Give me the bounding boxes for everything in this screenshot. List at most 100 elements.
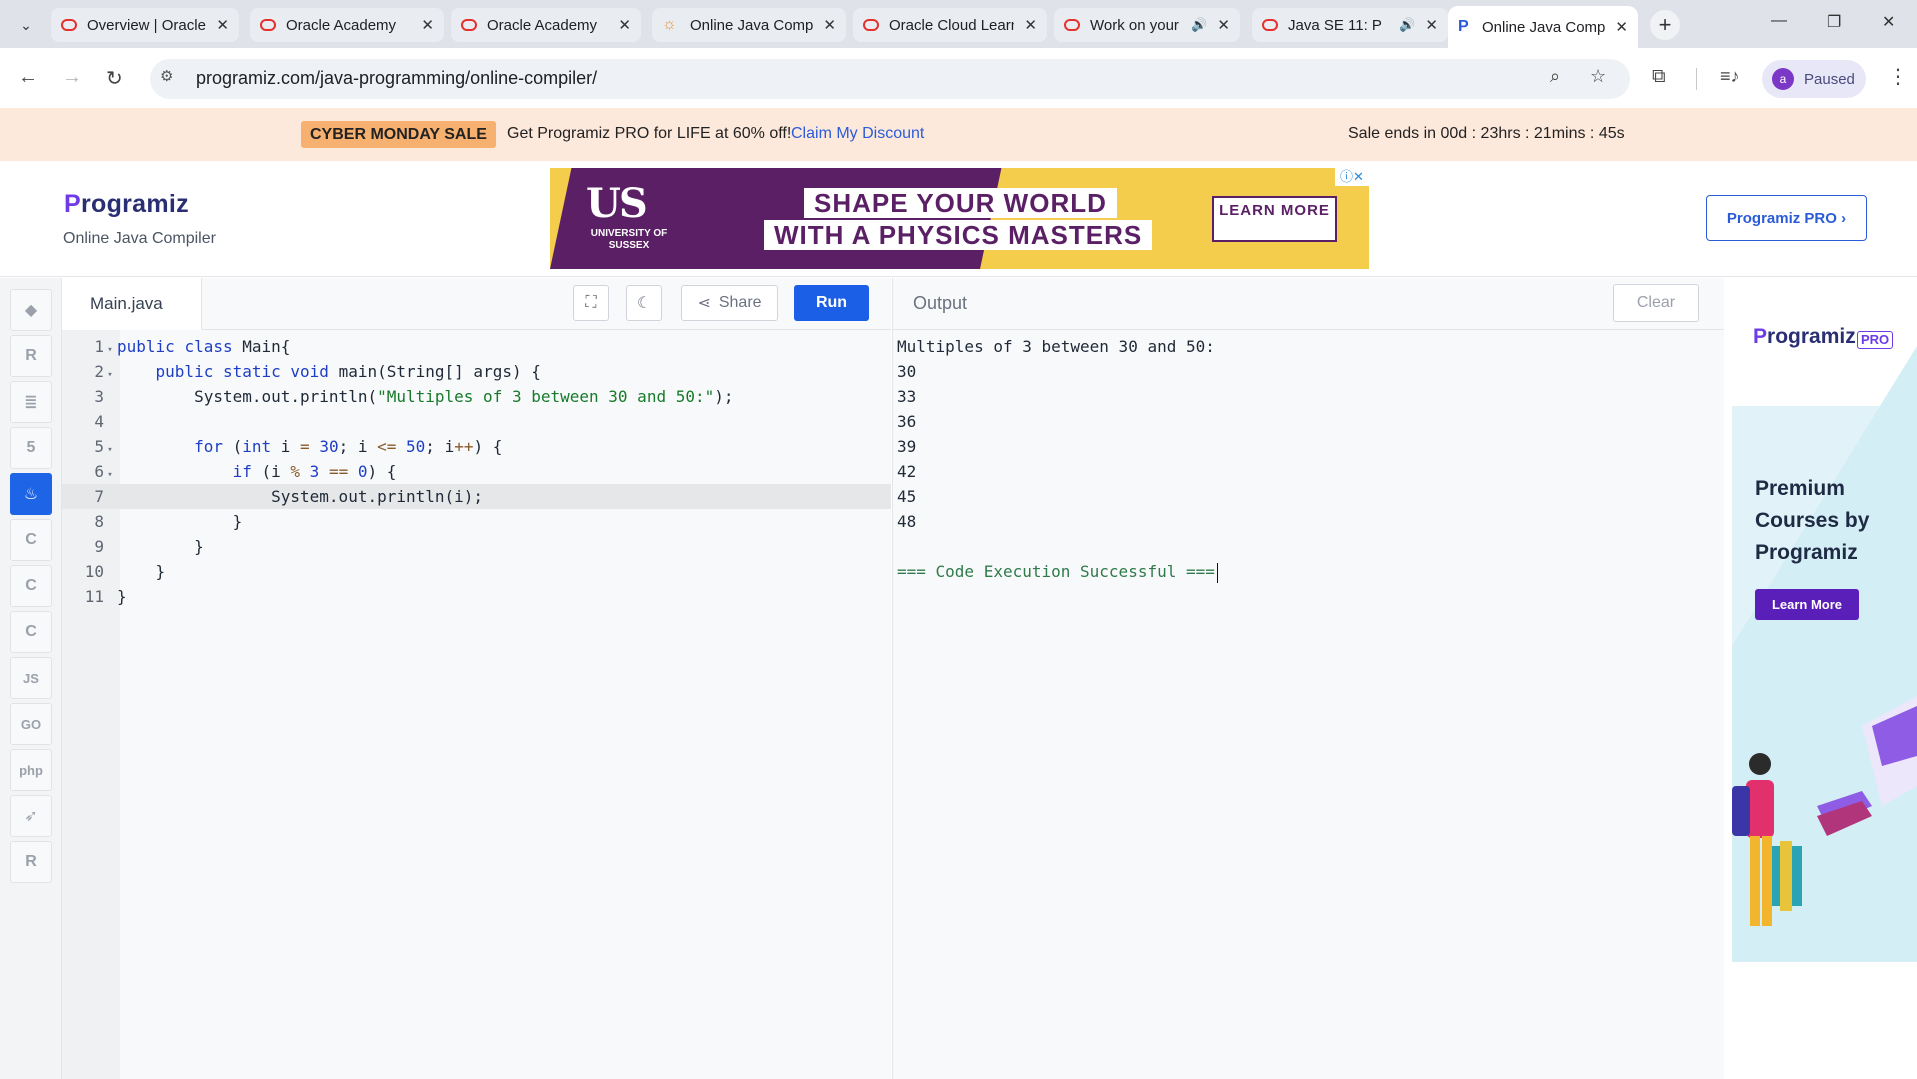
line-number: 10 <box>84 562 104 581</box>
profile-button[interactable]: a Paused <box>1762 60 1866 98</box>
browser-tab[interactable]: P Online Java Compiler ✕ <box>1448 6 1638 48</box>
language-html-icon[interactable]: 5 <box>10 427 52 469</box>
code-line[interactable]: 1 ▾ public class Main{ <box>62 334 891 359</box>
bookmark-star-icon[interactable]: ☆ <box>1590 66 1606 87</box>
line-number: 1 <box>94 337 104 356</box>
extensions-icon[interactable]: ⧉ <box>1652 66 1666 88</box>
output-line: === Code Execution Successful === <box>897 559 1218 584</box>
tab-close-icon[interactable]: ✕ <box>1615 18 1628 36</box>
tab-audio-icon[interactable]: 🔊 <box>1191 17 1207 33</box>
output-line: 33 <box>897 387 917 406</box>
line-number: 8 <box>94 512 104 531</box>
minimize-icon[interactable]: — <box>1771 12 1787 30</box>
share-icon: ⋖ <box>697 295 711 312</box>
claim-discount-link[interactable]: Claim My Discount <box>791 125 924 143</box>
tab-close-icon[interactable]: ✕ <box>618 16 631 34</box>
code-text: public static void main(String[] args) { <box>155 362 541 381</box>
language-csharp-icon[interactable]: C <box>10 611 52 653</box>
tab-close-icon[interactable]: ✕ <box>1217 16 1230 34</box>
run-button[interactable]: Run <box>794 285 869 321</box>
language-sql-icon[interactable]: ≣ <box>10 381 52 423</box>
back-icon[interactable]: ← <box>18 66 38 89</box>
text-caret <box>1216 562 1218 583</box>
tab-close-icon[interactable]: ✕ <box>421 16 434 34</box>
restore-icon[interactable]: ❐ <box>1827 12 1841 32</box>
output-panel[interactable] <box>892 330 1724 1079</box>
tab-title: Oracle Academy <box>487 16 598 34</box>
side-ad[interactable] <box>1732 286 1917 962</box>
browser-tab[interactable]: Oracle Academy ✕ <box>451 8 641 42</box>
share-button[interactable]: ⋖ Share <box>681 285 778 321</box>
output-line: 45 <box>897 487 917 506</box>
browser-tab[interactable]: ☼ Online Java Compiler ✕ <box>652 8 846 42</box>
language-c-icon[interactable]: C <box>10 519 52 561</box>
tab-close-icon[interactable]: ✕ <box>216 16 229 34</box>
sale-badge: CYBER MONDAY SALE <box>301 121 496 148</box>
avatar: a <box>1772 68 1794 90</box>
dark-mode-icon[interactable]: ☾ <box>626 285 662 321</box>
output-line: 48 <box>897 512 917 531</box>
code-line[interactable]: 4 <box>62 409 891 434</box>
output-line: Multiples of 3 between 30 and 50: <box>897 337 1215 356</box>
url-text[interactable]: programiz.com/java-programming/online-co… <box>196 68 597 89</box>
browser-tab[interactable]: Work on your 🔊 ✕ <box>1054 8 1240 42</box>
output-line: 39 <box>897 437 917 456</box>
code-line[interactable]: 8 } <box>62 509 891 534</box>
tab-close-icon[interactable]: ✕ <box>823 16 836 34</box>
tab-close-icon[interactable]: ✕ <box>1425 16 1438 34</box>
code-text: } <box>117 537 204 556</box>
language-python-icon[interactable]: ◆ <box>10 289 52 331</box>
programiz-logo[interactable]: Programiz <box>64 190 189 219</box>
code-text: } <box>117 562 166 581</box>
browser-tab[interactable]: Oracle Academy ✕ <box>250 8 444 42</box>
window-close-icon[interactable]: ✕ <box>1882 12 1895 32</box>
fullscreen-icon[interactable]: ⛶ <box>573 285 609 321</box>
line-number: 5 <box>94 437 104 456</box>
ad-learn-more-button[interactable]: LEARN MORE <box>1212 196 1337 242</box>
language-rust-icon[interactable]: R <box>10 841 52 883</box>
code-line[interactable]: 11} <box>62 584 891 609</box>
forward-icon[interactable]: → <box>62 66 82 89</box>
promo-bar <box>0 108 1917 161</box>
language-cpp-icon[interactable]: C <box>10 565 52 607</box>
site-settings-icon[interactable]: ⚙ <box>160 67 173 85</box>
side-ad-illustration <box>1732 346 1917 962</box>
new-tab-button[interactable]: + <box>1650 10 1680 40</box>
sussex-logo: US <box>586 180 648 227</box>
side-ad-title: Premium Courses by Programiz <box>1755 477 1870 564</box>
oracle-icon <box>461 19 477 31</box>
language-js-icon[interactable]: JS <box>10 657 52 699</box>
ad-choices-icon[interactable]: ⓘ✕ <box>1335 168 1369 186</box>
code-line[interactable]: 3 System.out.println("Multiples of 3 bet… <box>62 384 891 409</box>
programiz-pro-button[interactable]: Programiz PRO › <box>1706 195 1867 241</box>
language-go-icon[interactable]: GO <box>10 703 52 745</box>
code-line[interactable]: 10 } <box>62 559 891 584</box>
toolbar-divider <box>1696 68 1697 90</box>
tab-search-icon[interactable]: ⌄ <box>12 12 40 38</box>
language-swift-icon[interactable]: ➶ <box>10 795 52 837</box>
tab-close-icon[interactable]: ✕ <box>1024 16 1037 34</box>
language-r-icon[interactable]: R <box>10 335 52 377</box>
code-line[interactable]: 2 ▾ public static void main(String[] args… <box>62 359 891 384</box>
code-line[interactable]: 9 } <box>62 534 891 559</box>
code-line[interactable]: 6 ▾ if (i % 3 == 0) { <box>62 459 891 484</box>
file-tab[interactable]: Main.java <box>62 278 202 330</box>
reload-icon[interactable]: ↻ <box>106 66 123 91</box>
language-java-icon[interactable]: ♨ <box>10 473 52 515</box>
code-line[interactable]: 5 ▾ for (int i = 30; i <= 50; i++) { <box>62 434 891 459</box>
tab-audio-icon[interactable]: 🔊 <box>1399 17 1415 33</box>
media-control-icon[interactable]: ≡♪ <box>1720 66 1740 87</box>
browser-tab[interactable]: Java SE 11: P 🔊 ✕ <box>1252 8 1448 42</box>
side-ad-learn-more-button[interactable]: Learn More <box>1755 589 1859 620</box>
tab-title: Oracle Academy <box>286 16 397 34</box>
code-line[interactable]: 7 System.out.println(i); <box>62 484 891 509</box>
sale-timer: Sale ends in 00d : 23hrs : 21mins : 45s <box>1348 125 1625 142</box>
browser-menu-icon[interactable]: ⋮ <box>1888 64 1908 89</box>
browser-tab[interactable]: Overview | Oracle ✕ <box>51 8 239 42</box>
tab-title: Work on your <box>1090 16 1179 34</box>
zoom-icon[interactable]: ⌕ <box>1550 66 1560 87</box>
clear-button[interactable]: Clear <box>1613 284 1699 322</box>
language-php-icon[interactable]: php <box>10 749 52 791</box>
browser-tab[interactable]: Oracle Cloud Learning ✕ <box>853 8 1047 42</box>
ad-banner[interactable]: US UNIVERSITY OF SUSSEX SHAPE YOUR WORLD… <box>550 168 1369 269</box>
